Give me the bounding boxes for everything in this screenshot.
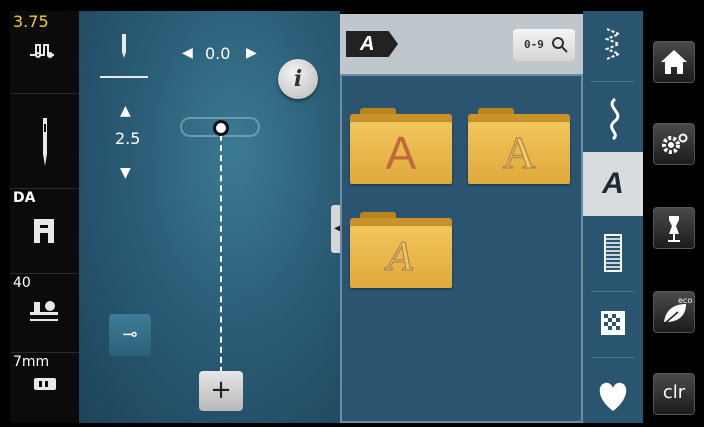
eco-label: eco — [678, 296, 692, 305]
font-folder[interactable]: A — [468, 108, 570, 184]
needle-position-value: 0.0 — [205, 44, 231, 63]
tab-quilt-stitches[interactable] — [583, 297, 643, 353]
gear-icon — [662, 133, 688, 154]
eco-button[interactable]: eco — [653, 291, 695, 333]
foot-pressure-icon — [30, 301, 58, 321]
needle-icon — [43, 118, 47, 166]
panel-header: A 0-9 — [340, 14, 583, 74]
search-number-label: 0-9 — [524, 38, 544, 51]
needle-position-button[interactable] — [100, 28, 148, 78]
tab-decorative-stitches[interactable] — [583, 87, 643, 149]
left-status-column: 3.75 DA 40 7mm — [10, 11, 79, 423]
stitch-preview-line — [220, 135, 222, 383]
tab-buttonholes[interactable] — [583, 221, 643, 285]
setup-button[interactable] — [653, 123, 695, 165]
dress-form-icon — [668, 216, 680, 242]
font-sample: A — [385, 127, 417, 179]
heart-icon — [599, 382, 627, 411]
needle-right-arrow[interactable]: ▶ — [246, 45, 257, 61]
font-folder-grid: A A A — [340, 74, 583, 423]
tutorial-button[interactable] — [653, 207, 695, 249]
info-button[interactable]: i — [278, 59, 318, 99]
clear-label: clr — [662, 382, 686, 403]
leaf-icon: eco — [663, 296, 692, 325]
tab-alphabets[interactable]: A — [583, 152, 643, 216]
plus-icon: + — [210, 375, 232, 405]
foot-pressure-value: 40 — [13, 275, 31, 291]
stitch-plate-value: 7mm — [13, 354, 50, 370]
tab-practical-stitches[interactable] — [583, 17, 643, 77]
stitch-width-value: 3.75 — [13, 12, 49, 31]
decorative-stitch-icon — [610, 97, 620, 141]
font-folder[interactable]: A — [350, 108, 452, 184]
right-function-column: eco clr — [643, 11, 695, 423]
stitch-width-indicator[interactable]: 3.75 — [10, 11, 79, 94]
home-button[interactable] — [653, 41, 695, 83]
search-button[interactable]: 0-9 — [513, 29, 575, 61]
tab-personal-program[interactable] — [583, 363, 643, 423]
knot-icon: ⊸ — [122, 324, 138, 345]
font-sample: A — [502, 126, 537, 178]
stitch-length-up-arrow[interactable]: ▲ — [120, 103, 131, 119]
presser-foot-icon — [34, 219, 54, 243]
alphabet-badge-label: A — [360, 33, 375, 55]
stitch-edit-area: ◀ 0.0 ▶ i ▲ 2.5 ▼ ⊸ + — [79, 11, 340, 423]
presser-foot-indicator[interactable]: DA — [10, 189, 79, 274]
needle-left-arrow[interactable]: ◀ — [182, 45, 193, 61]
font-folder[interactable]: A — [350, 212, 452, 288]
needle-indicator[interactable] — [10, 94, 79, 189]
securing-stitch-button[interactable]: ⊸ — [109, 314, 151, 356]
needle-position-icon — [122, 34, 126, 58]
presser-foot-code: DA — [13, 190, 36, 206]
clear-button[interactable]: clr — [653, 373, 695, 415]
stitch-length-value: 2.5 — [115, 129, 141, 148]
search-icon — [552, 37, 568, 53]
buttonhole-icon — [604, 234, 622, 272]
alphabet-icon: A — [602, 167, 624, 200]
add-button[interactable]: + — [199, 371, 243, 411]
alphabet-panel: A 0-9 A A A — [340, 14, 583, 423]
stitch-length-down-arrow[interactable]: ▼ — [120, 165, 131, 181]
presser-foot-pressure-indicator[interactable]: 40 — [10, 274, 79, 353]
thread-tension-icon — [30, 44, 54, 58]
stitch-plate-indicator[interactable]: 7mm — [10, 353, 79, 423]
alphabet-badge: A — [346, 31, 398, 57]
zigzag-stitch-icon — [604, 28, 622, 60]
quilt-stitch-icon — [601, 311, 625, 335]
home-icon — [661, 50, 687, 74]
sewing-machine-screen: 3.75 DA 40 7mm ◀ 0.0 ▶ i ▲ 2.5 ▼ ⊸ + ◀ A… — [0, 0, 704, 425]
stitch-plate-icon — [34, 378, 56, 390]
stitch-position-handle[interactable] — [213, 120, 229, 136]
font-sample: A — [387, 235, 415, 280]
category-tabs: A — [583, 11, 643, 423]
